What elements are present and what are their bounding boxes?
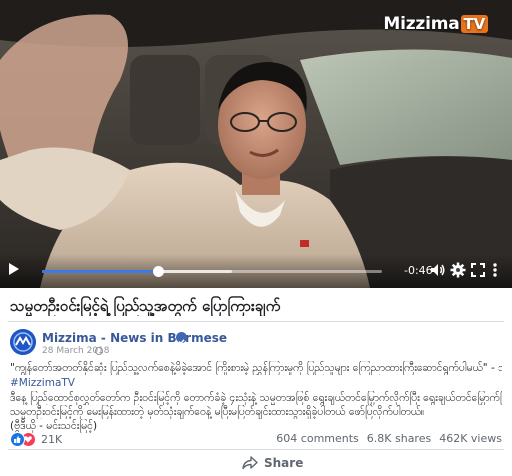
video-frame bbox=[0, 0, 512, 288]
video-player[interactable]: Mizzima TV -0:46 bbox=[0, 0, 512, 288]
body-paragraph-line-1: ဒီနေ့ ပြည်ထောင်စုလွှတ်တော်က ဦးဝင်းမြင့်က… bbox=[10, 392, 502, 404]
gear-icon[interactable] bbox=[450, 262, 466, 278]
post-title[interactable]: သမ္မတဦးဝင်းမြင့်ရဲ့ ပြည်သူ့အတွက် ပြောကြာ… bbox=[10, 296, 500, 316]
progress-scrubber[interactable] bbox=[152, 266, 164, 277]
globe-icon bbox=[95, 347, 103, 355]
post-stats: 604 comments 6.8K shares 462K views bbox=[276, 432, 502, 445]
reactions-summary[interactable]: 21K bbox=[10, 432, 62, 447]
watermark-text: Mizzima bbox=[383, 14, 460, 34]
comments-count[interactable]: 604 comments bbox=[276, 432, 358, 445]
share-label: Share bbox=[264, 456, 304, 470]
share-button[interactable]: Share bbox=[242, 456, 303, 470]
video-controls: -0:46 bbox=[0, 254, 512, 288]
title-divider bbox=[8, 321, 504, 322]
shares-count[interactable]: 6.8K shares bbox=[367, 432, 431, 445]
volume-icon[interactable] bbox=[430, 262, 446, 278]
more-vertical-icon[interactable] bbox=[490, 262, 500, 278]
body-credit: (ဗွီဒီယို - မင်းသင်းမြင့်) bbox=[10, 420, 98, 432]
body-quote: "ကျွန်တော်အတတ်နိုင်ဆုံး ပြည်သူ့လက်စေနဲ့မ… bbox=[10, 362, 502, 374]
mizzima-tv-watermark: Mizzima TV bbox=[383, 14, 488, 34]
like-reaction-icon bbox=[10, 432, 25, 447]
body-paragraph-line-2: သမ္မတဦးဝင်းမြင့်ကို မေးမြန်းထားတဲ့ မှတ်သ… bbox=[10, 406, 425, 418]
watermark-tv-badge: TV bbox=[460, 15, 488, 33]
mizzima-logo-icon bbox=[10, 329, 36, 355]
progress-bar[interactable] bbox=[42, 266, 382, 277]
verified-badge-icon bbox=[176, 332, 187, 345]
page-name[interactable]: Mizzima - News in Burmese bbox=[42, 331, 227, 345]
avatar[interactable] bbox=[10, 329, 36, 355]
views-count: 462K views bbox=[439, 432, 502, 445]
share-arrow-icon bbox=[242, 456, 258, 470]
hashtag-link[interactable]: #MizzimaTV bbox=[10, 376, 502, 390]
actions-divider bbox=[8, 449, 504, 450]
play-icon[interactable] bbox=[9, 263, 19, 275]
progress-played bbox=[42, 270, 158, 273]
fullscreen-icon[interactable] bbox=[470, 262, 486, 278]
time-remaining: -0:46 bbox=[404, 264, 433, 277]
reaction-count: 21K bbox=[41, 433, 63, 446]
video-post: Mizzima TV -0:46 သမ္မတဦးဝင်းမြင့်ရဲ့ ပြည… bbox=[0, 0, 512, 476]
